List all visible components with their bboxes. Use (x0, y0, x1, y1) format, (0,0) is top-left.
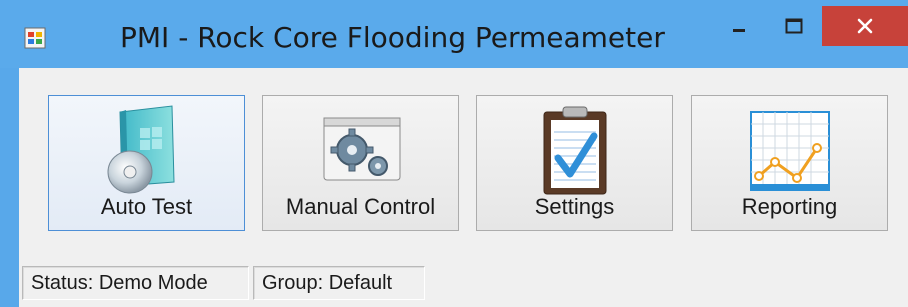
auto-test-button[interactable]: Auto Test (48, 95, 245, 231)
manual-control-button[interactable]: Manual Control (262, 95, 459, 231)
gears-icon (323, 117, 400, 181)
close-icon (857, 18, 873, 34)
status-group: Group: Default (253, 266, 425, 300)
line-chart-icon (749, 111, 830, 191)
auto-test-disc-icon (107, 105, 175, 194)
client-area: Auto Test Manual Control Settings Report… (19, 68, 908, 307)
window-title: PMI - Rock Core Flooding Permeameter (120, 21, 665, 54)
title-bar[interactable]: PMI - Rock Core Flooding Permeameter (0, 0, 908, 68)
reporting-button[interactable]: Reporting (691, 95, 888, 231)
reporting-label: Reporting (741, 194, 838, 219)
auto-test-label: Auto Test (100, 194, 193, 219)
app-icon[interactable] (24, 27, 46, 49)
status-mode: Status: Demo Mode (22, 266, 249, 300)
close-button[interactable] (822, 6, 908, 46)
manual-control-label: Manual Control (285, 194, 436, 219)
settings-button[interactable]: Settings (476, 95, 673, 231)
minimize-icon (733, 29, 745, 32)
app-window: PMI - Rock Core Flooding Permeameter Aut… (0, 0, 908, 307)
minimize-button[interactable] (715, 6, 763, 46)
settings-label: Settings (534, 194, 615, 219)
maximize-icon (785, 18, 803, 34)
clipboard-check-icon (543, 106, 606, 195)
maximize-button[interactable] (770, 6, 818, 46)
status-bar: Status: Demo Mode Group: Default (19, 262, 908, 307)
